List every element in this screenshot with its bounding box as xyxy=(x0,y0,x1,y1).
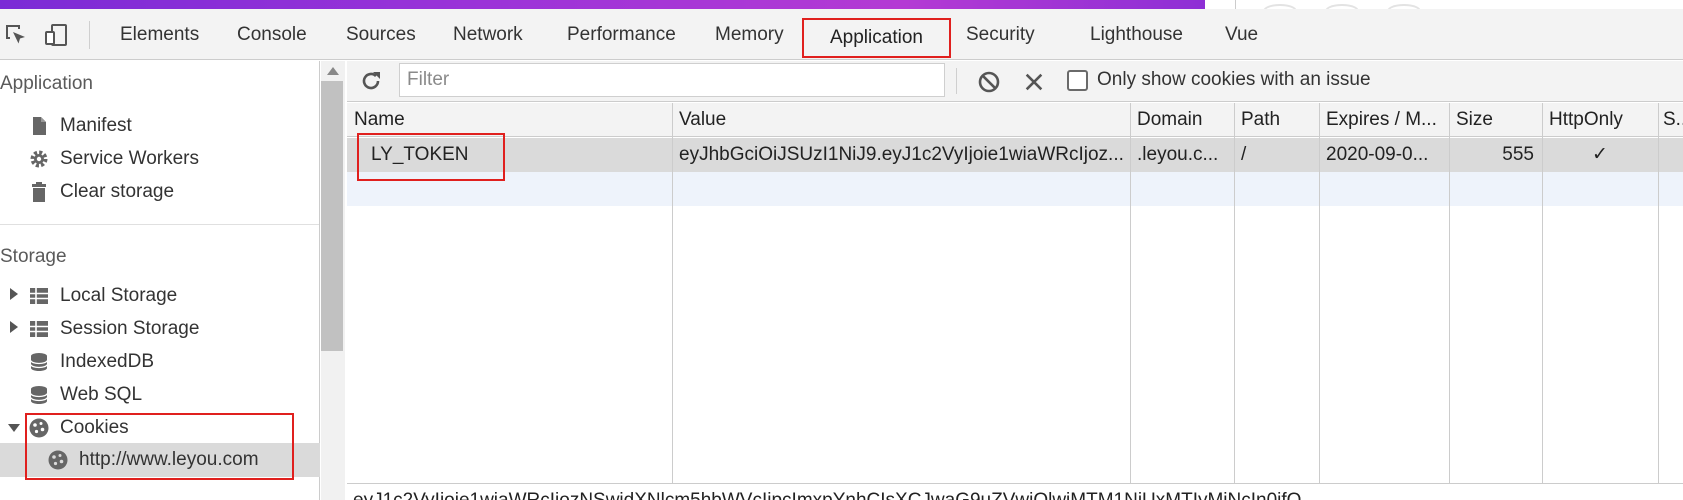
cookie-value-preview: eyJ1c2VyIjoie1wiaWRcIjozNSwidXNlcm5hbWVc… xyxy=(347,483,1683,500)
scroll-up-arrow-icon[interactable] xyxy=(327,67,339,75)
column-header-secure[interactable]: S... xyxy=(1658,103,1683,137)
sidebar-item-label: Session Storage xyxy=(60,318,200,339)
filter-input[interactable] xyxy=(399,63,945,97)
table-icon xyxy=(27,317,51,341)
sidebar-item-clear-storage[interactable]: Clear storage xyxy=(27,177,174,207)
sidebar-item-label: Manifest xyxy=(60,115,132,136)
sidebar-item-label: IndexedDB xyxy=(60,351,155,372)
file-icon xyxy=(27,114,51,138)
collapse-arrow-icon[interactable] xyxy=(8,424,20,432)
column-header-path[interactable]: Path xyxy=(1234,103,1319,137)
scrollbar-thumb[interactable] xyxy=(321,81,343,351)
highlight-box-name xyxy=(357,133,505,181)
page-gradient-strip xyxy=(0,0,1205,9)
cell-size: 555 xyxy=(1502,144,1534,165)
section-title-application: Application xyxy=(0,73,93,94)
issue-filter-checkbox[interactable] xyxy=(1067,70,1088,91)
sidebar-divider xyxy=(0,224,319,225)
sidebar-item-local-storage[interactable]: Local Storage xyxy=(27,281,177,311)
expand-arrow-icon[interactable] xyxy=(10,288,18,300)
trash-icon xyxy=(27,180,51,204)
cell-httponly: ✓ xyxy=(1592,144,1608,165)
column-header-name[interactable]: Name xyxy=(347,103,672,137)
issue-filter-label: Only show cookies with an issue xyxy=(1097,69,1371,90)
gear-icon xyxy=(27,147,51,171)
cookies-table: Name Value Domain Path Expires / M... Si… xyxy=(347,103,1683,483)
column-header-value[interactable]: Value xyxy=(672,103,1130,137)
sidebar-item-label: Web SQL xyxy=(60,384,143,405)
tab-security[interactable]: Security xyxy=(966,9,1035,60)
tab-elements[interactable]: Elements xyxy=(120,9,199,60)
table-icon xyxy=(27,284,51,308)
sidebar-item-session-storage[interactable]: Session Storage xyxy=(27,314,199,344)
tab-sources[interactable]: Sources xyxy=(346,9,416,60)
sidebar-item-label: Local Storage xyxy=(60,285,178,306)
cell-value: eyJhbGciOiJSUzI1NiJ9.eyJ1c2VyIjoie1wiaWR… xyxy=(679,144,1124,165)
table-row-empty xyxy=(347,172,1683,206)
column-header-httponly[interactable]: HttpOnly xyxy=(1542,103,1658,137)
cookies-toolbar: Only show cookies with an issue xyxy=(347,61,1683,102)
sidebar-item-indexeddb[interactable]: IndexedDB xyxy=(27,347,154,377)
cell-expires: 2020-09-0... xyxy=(1326,144,1429,165)
column-header-size[interactable]: Size xyxy=(1449,103,1542,137)
column-divider xyxy=(1658,103,1659,483)
cell-domain: .leyou.c... xyxy=(1137,144,1219,165)
expand-arrow-icon[interactable] xyxy=(10,321,18,333)
database-icon xyxy=(27,350,51,374)
sidebar-scrollbar[interactable] xyxy=(321,61,345,500)
tab-console[interactable]: Console xyxy=(237,9,307,60)
tab-network[interactable]: Network xyxy=(453,9,523,60)
column-header-expires[interactable]: Expires / M... xyxy=(1319,103,1449,137)
cookie-value-text: eyJ1c2VyIjoie1wiaWRcIjozNSwidXNlcm5hbWVc… xyxy=(353,490,1301,500)
inspect-element-icon[interactable] xyxy=(2,21,30,49)
tab-memory[interactable]: Memory xyxy=(715,9,784,60)
sidebar-item-service-workers[interactable]: Service Workers xyxy=(27,144,199,174)
sidebar-item-manifest[interactable]: Manifest xyxy=(27,111,132,141)
database-icon xyxy=(27,383,51,407)
tab-vue[interactable]: Vue xyxy=(1225,9,1258,60)
devtools-tabbar: Elements Console Sources Network Perform… xyxy=(0,9,1683,60)
tabbar-divider xyxy=(89,21,90,49)
sidebar-item-label: Service Workers xyxy=(60,148,200,169)
toolbar-divider xyxy=(956,68,957,94)
tab-performance[interactable]: Performance xyxy=(567,9,676,60)
device-toolbar-icon[interactable] xyxy=(42,21,70,49)
sidebar-item-label: Clear storage xyxy=(60,181,175,202)
tab-application[interactable]: Application xyxy=(802,18,951,58)
cell-path: / xyxy=(1241,144,1247,165)
section-title-storage: Storage xyxy=(0,246,67,267)
delete-selected-icon[interactable] xyxy=(1020,68,1048,96)
sidebar-item-web-sql[interactable]: Web SQL xyxy=(27,380,142,410)
clear-all-icon[interactable] xyxy=(975,68,1003,96)
highlight-box-cookies xyxy=(25,413,294,480)
column-header-domain[interactable]: Domain xyxy=(1130,103,1234,137)
tab-lighthouse[interactable]: Lighthouse xyxy=(1090,9,1183,60)
refresh-icon[interactable] xyxy=(357,67,385,95)
